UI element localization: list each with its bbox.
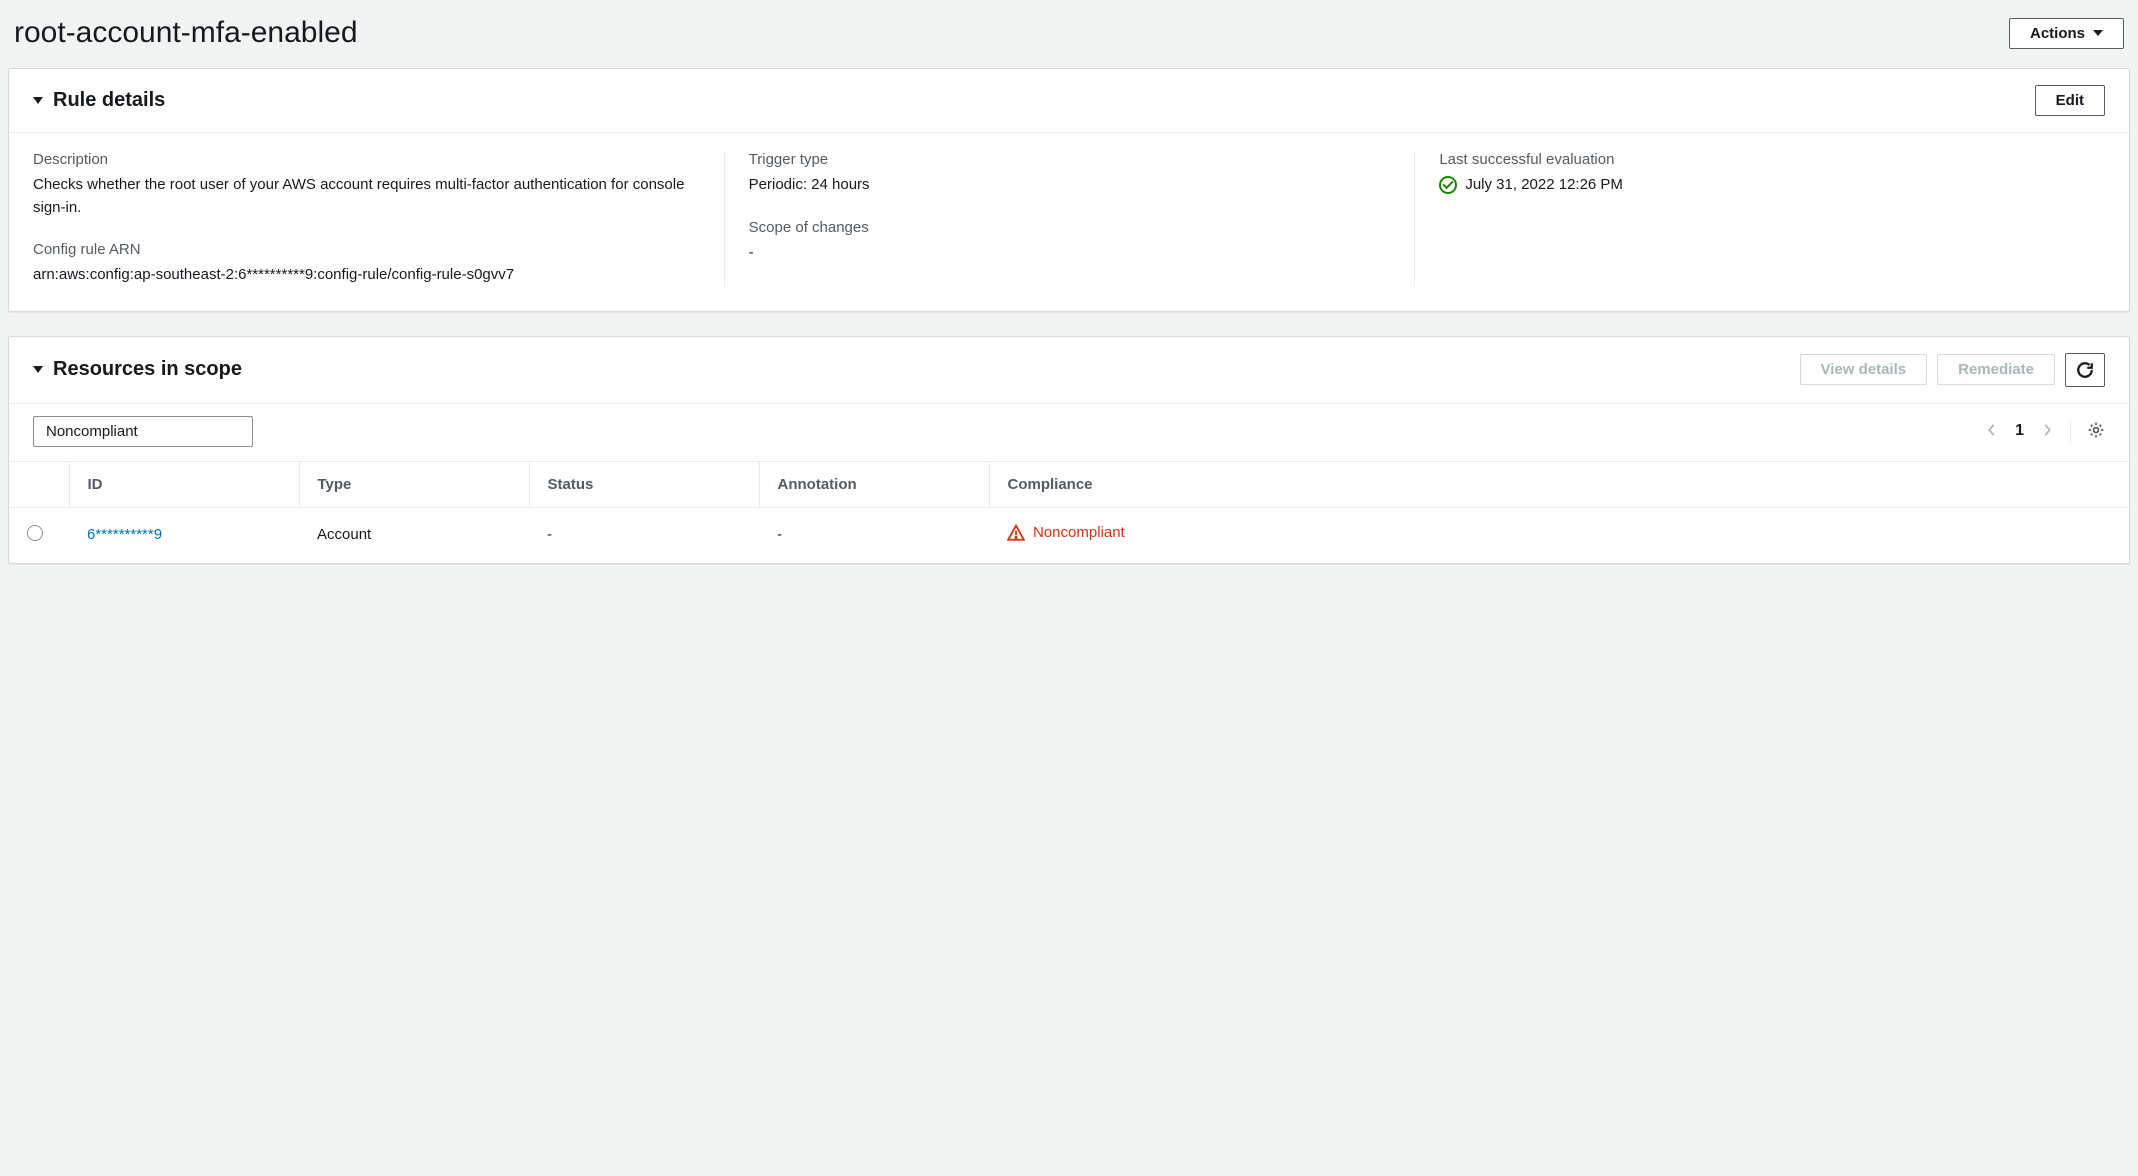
remediate-button[interactable]: Remediate bbox=[1937, 354, 2055, 385]
resources-header: Resources in scope View details Remediat… bbox=[9, 337, 2129, 404]
view-details-label: View details bbox=[1821, 361, 1907, 378]
rule-details-grid: Description Checks whether the root user… bbox=[33, 151, 2105, 287]
caret-down-icon bbox=[2093, 30, 2103, 36]
description-value: Checks whether the root user of your AWS… bbox=[33, 174, 700, 219]
col-compliance[interactable]: Compliance bbox=[989, 461, 2129, 507]
pager-current: 1 bbox=[2015, 422, 2024, 440]
chevron-right-icon bbox=[2040, 423, 2054, 437]
resource-id-link[interactable]: 6**********9 bbox=[87, 526, 162, 543]
rule-details-header: Rule details Edit bbox=[9, 69, 2129, 133]
page-title: root-account-mfa-enabled bbox=[14, 16, 358, 50]
resources-table: ID Type Status Annotation Compliance 6**… bbox=[9, 461, 2129, 563]
resource-annotation: - bbox=[777, 526, 782, 543]
description-label: Description bbox=[33, 151, 700, 168]
rule-details-title: Rule details bbox=[53, 89, 165, 112]
trigger-type-label: Trigger type bbox=[749, 151, 1391, 168]
resource-status: - bbox=[547, 526, 552, 543]
col-select bbox=[9, 461, 69, 507]
arn-label: Config rule ARN bbox=[33, 241, 700, 258]
refresh-icon bbox=[2076, 361, 2094, 379]
view-details-button[interactable]: View details bbox=[1800, 354, 1928, 385]
col-status[interactable]: Status bbox=[529, 461, 759, 507]
chevron-left-icon bbox=[1985, 423, 1999, 437]
compliance-filter-value: Noncompliant bbox=[46, 423, 138, 440]
edit-button[interactable]: Edit bbox=[2035, 85, 2105, 116]
table-settings-button[interactable] bbox=[2070, 421, 2105, 442]
page-header: root-account-mfa-enabled Actions bbox=[8, 8, 2130, 68]
scope-changes-value: - bbox=[749, 242, 1391, 265]
row-select-radio[interactable] bbox=[27, 525, 43, 541]
success-check-icon bbox=[1439, 176, 1457, 194]
arn-value: arn:aws:config:ap-southeast-2:6*********… bbox=[33, 264, 700, 287]
last-eval-label: Last successful evaluation bbox=[1439, 151, 2081, 168]
resources-panel: Resources in scope View details Remediat… bbox=[8, 336, 2130, 564]
warning-icon bbox=[1007, 524, 1025, 542]
edit-button-label: Edit bbox=[2056, 92, 2084, 109]
actions-button[interactable]: Actions bbox=[2009, 18, 2124, 49]
gear-icon bbox=[2087, 421, 2105, 439]
actions-button-label: Actions bbox=[2030, 25, 2085, 42]
resources-title: Resources in scope bbox=[53, 358, 242, 381]
trigger-type-value: Periodic: 24 hours bbox=[749, 174, 1391, 197]
pager: 1 bbox=[1985, 421, 2105, 442]
pager-next[interactable] bbox=[2040, 423, 2054, 440]
scope-changes-label: Scope of changes bbox=[749, 219, 1391, 236]
table-row: 6**********9 Account - - Noncompliant bbox=[9, 507, 2129, 562]
filter-row: Noncompliant 1 bbox=[9, 404, 2129, 461]
refresh-button[interactable] bbox=[2065, 353, 2105, 387]
compliance-text: Noncompliant bbox=[1033, 524, 1125, 541]
col-annotation[interactable]: Annotation bbox=[759, 461, 989, 507]
last-eval-value: July 31, 2022 12:26 PM bbox=[1465, 174, 1623, 197]
compliance-filter-select[interactable]: Noncompliant bbox=[33, 416, 253, 447]
resource-type: Account bbox=[317, 526, 371, 543]
compliance-badge: Noncompliant bbox=[1007, 524, 1125, 542]
collapse-toggle-icon[interactable] bbox=[33, 366, 43, 373]
pager-prev[interactable] bbox=[1985, 423, 1999, 440]
remediate-label: Remediate bbox=[1958, 361, 2034, 378]
col-id[interactable]: ID bbox=[69, 461, 299, 507]
collapse-toggle-icon[interactable] bbox=[33, 97, 43, 104]
col-type[interactable]: Type bbox=[299, 461, 529, 507]
rule-details-panel: Rule details Edit Description Checks whe… bbox=[8, 68, 2130, 312]
